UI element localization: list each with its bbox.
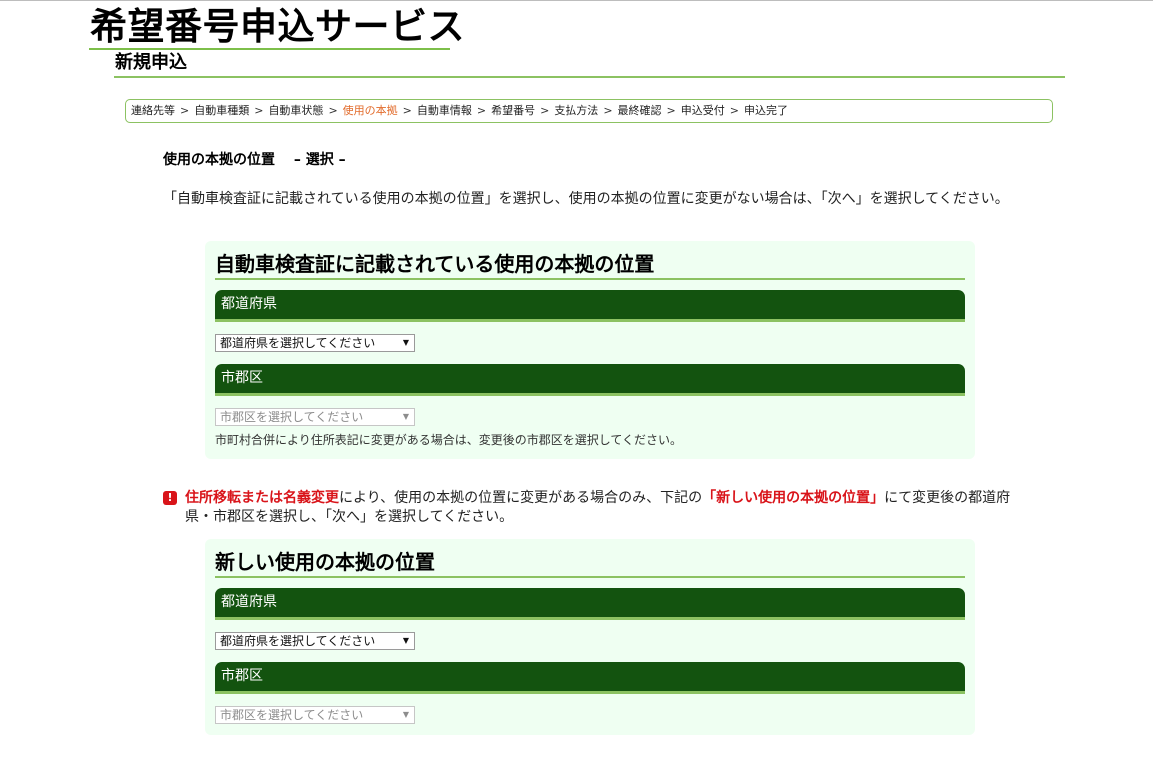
breadcrumb-separator: > <box>254 104 264 117</box>
breadcrumb-separator: > <box>402 104 412 117</box>
page-subtitle: 新規申込 <box>115 52 187 73</box>
instruction-text: 「自動車検査証に記載されている使用の本拠の位置」を選択し、使用の本拠の位置に変更… <box>163 191 1009 207</box>
city-label: 市郡区 <box>215 364 965 396</box>
registered-location-title: 自動車検査証に記載されている使用の本拠の位置 <box>215 252 655 276</box>
city-help-text: 市町村合併により住所表記に変更がある場合は、変更後の市郡区を選択してください。 <box>215 433 683 447</box>
breadcrumb-separator: > <box>666 104 676 117</box>
panel-title-underline <box>215 576 965 578</box>
new-prefecture-label: 都道府県 <box>215 588 965 620</box>
top-border <box>0 0 1153 1</box>
breadcrumb: 連絡先等 > 自動車種類 > 自動車状態 > 使用の本拠 > 自動車情報 > 希望番号 > 支払方法 > 最… <box>125 99 1053 123</box>
prefecture-select-value: 都道府県を選択してください <box>220 336 376 350</box>
dropdown-arrow-icon: ▼ <box>402 710 409 719</box>
breadcrumb-step-vehicle-type: 自動車種類 <box>194 104 250 117</box>
breadcrumb-separator: > <box>540 104 550 117</box>
dropdown-arrow-icon: ▼ <box>402 412 409 421</box>
registered-location-panel: 自動車検査証に記載されている使用の本拠の位置 都道府県 都道府県を選択してくださ… <box>205 241 975 459</box>
site-title-underline <box>89 48 450 50</box>
breadcrumb-separator: > <box>180 104 190 117</box>
breadcrumb-step-accepted: 申込受付 <box>680 104 725 117</box>
breadcrumb-separator: > <box>476 104 487 117</box>
panel-title-underline <box>215 278 965 280</box>
dropdown-arrow-icon: ▼ <box>402 636 409 645</box>
site-title: 希望番号申込サービス <box>90 5 465 48</box>
new-prefecture-select-value: 都道府県を選択してください <box>220 634 376 648</box>
notice-text-part1: により、使用の本拠の位置に変更がある場合のみ、下記の <box>339 490 703 506</box>
breadcrumb-step-vehicle-info: 自動車情報 <box>416 104 472 117</box>
exclamation-icon: ! <box>163 491 177 505</box>
new-city-select-value: 市郡区を選択してください <box>220 708 364 722</box>
breadcrumb-step-desired-number: 希望番号 <box>491 104 536 117</box>
new-location-panel: 新しい使用の本拠の位置 都道府県 都道府県を選択してください ▼ 市郡区 市郡区… <box>205 539 975 735</box>
city-select[interactable]: 市郡区を選択してください ▼ <box>215 408 415 426</box>
notice-text: 住所移転または名義変更により、使用の本拠の位置に変更がある場合のみ、下記の「新し… <box>185 489 1025 527</box>
notice-emphasis-relocation: 住所移転または名義変更 <box>185 490 339 506</box>
new-location-title: 新しい使用の本拠の位置 <box>215 550 435 574</box>
breadcrumb-separator: > <box>603 104 613 117</box>
prefecture-select[interactable]: 都道府県を選択してください ▼ <box>215 334 415 352</box>
city-select-value: 市郡区を選択してください <box>220 410 364 424</box>
dropdown-arrow-icon: ▼ <box>402 338 409 347</box>
breadcrumb-step-final-check: 最終確認 <box>617 104 662 117</box>
breadcrumb-step-contact: 連絡先等 <box>131 104 175 117</box>
prefecture-label: 都道府県 <box>215 290 965 322</box>
section-heading: 使用の本拠の位置 – 選択 – <box>163 152 346 168</box>
breadcrumb-step-vehicle-status: 自動車状態 <box>268 104 324 117</box>
breadcrumb-separator: > <box>729 104 739 117</box>
breadcrumb-step-complete: 申込完了 <box>743 104 788 117</box>
breadcrumb-step-base-location: 使用の本拠 <box>342 104 398 117</box>
new-city-label: 市郡区 <box>215 662 965 694</box>
breadcrumb-separator: > <box>328 104 338 117</box>
new-prefecture-select[interactable]: 都道府県を選択してください ▼ <box>215 632 415 650</box>
subtitle-underline <box>114 76 1065 78</box>
notice-emphasis-new-location: 「新しい使用の本拠の位置」 <box>702 490 885 506</box>
breadcrumb-step-payment: 支払方法 <box>554 104 599 117</box>
new-city-select[interactable]: 市郡区を選択してください ▼ <box>215 706 415 724</box>
